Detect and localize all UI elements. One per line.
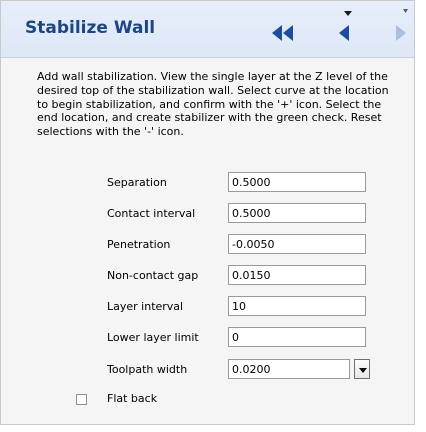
non-contact-gap-field[interactable] [228, 265, 366, 285]
toolpath-width-dropdown-button[interactable] [354, 359, 370, 379]
panel-header: Stabilize Wall [1, 1, 414, 58]
toolpath-width-label: Toolpath width [107, 363, 188, 376]
layer-interval-field[interactable] [228, 296, 366, 316]
toolpath-width-field[interactable] [228, 359, 350, 379]
instructions-text: Add wall stabilization. View the single … [37, 70, 389, 139]
penetration-label: Penetration [107, 238, 171, 251]
panel-content: Add wall stabilization. View the single … [1, 58, 414, 424]
right-arrow-icon [396, 9, 408, 41]
double-left-arrow-icon[interactable] [272, 25, 294, 41]
flat-back-label: Flat back [107, 392, 158, 405]
non-contact-gap-label: Non-contact gap [107, 269, 199, 282]
stabilize-wall-panel: Stabilize Wall Add wall stabilization. V… [0, 0, 415, 425]
separation-field[interactable] [228, 172, 366, 192]
panel-title: Stabilize Wall [25, 18, 156, 38]
penetration-field[interactable] [228, 234, 366, 254]
left-arrow-icon[interactable] [337, 11, 353, 43]
lower-layer-limit-label: Lower layer limit [107, 331, 199, 344]
contact-interval-label: Contact interval [107, 207, 196, 220]
flat-back-checkbox[interactable] [76, 394, 87, 405]
contact-interval-field[interactable] [228, 203, 366, 223]
separation-label: Separation [107, 176, 167, 189]
layer-interval-label: Layer interval [107, 300, 184, 313]
lower-layer-limit-field[interactable] [228, 327, 366, 347]
